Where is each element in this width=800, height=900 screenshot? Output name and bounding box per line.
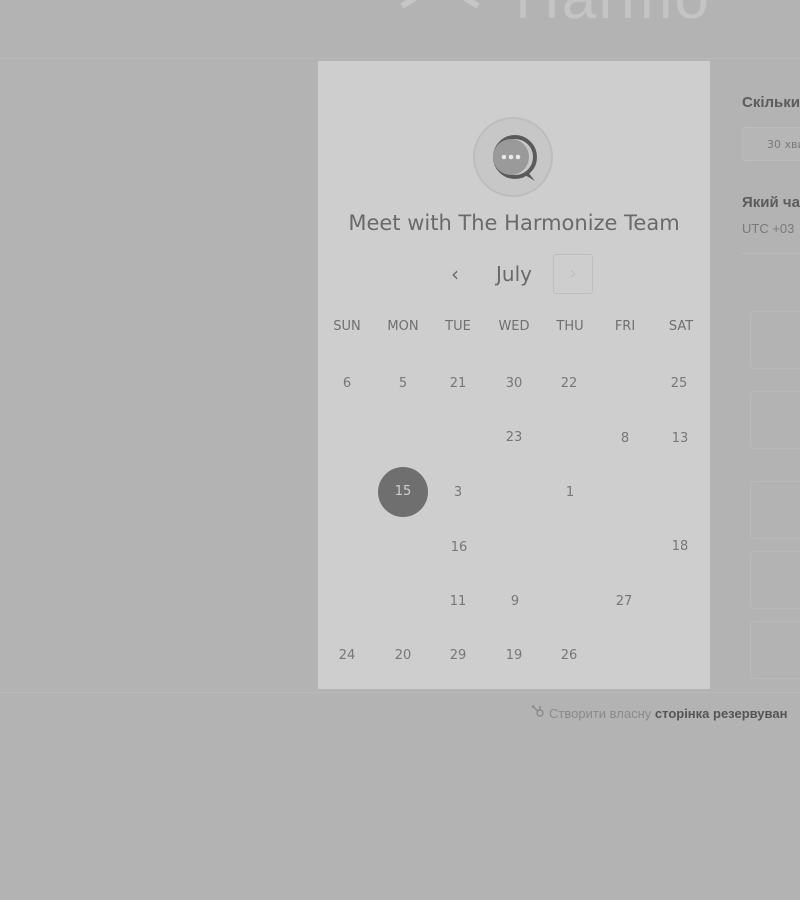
time-slot-button[interactable] bbox=[750, 621, 800, 679]
time-slot-button[interactable] bbox=[750, 311, 800, 369]
weekday-mon: MON bbox=[387, 319, 419, 334]
booking-page: Harmo Meet with The Harmonize Team ‹ Jul… bbox=[0, 0, 800, 900]
brand-name: Harmo bbox=[515, 0, 711, 33]
calendar-day[interactable]: 24 bbox=[322, 631, 372, 681]
month-navigation: ‹ July › bbox=[318, 254, 710, 296]
calendar-day[interactable]: 25 bbox=[654, 359, 704, 409]
divider bbox=[742, 253, 800, 254]
weekday-header: SUN MON TUE WED THU FRI SAT bbox=[318, 319, 710, 339]
calendar-day[interactable]: 22 bbox=[544, 359, 594, 409]
chat-bubble-icon bbox=[493, 135, 537, 181]
calendar-day[interactable]: 3 bbox=[433, 468, 483, 518]
calendar-day[interactable]: 1 bbox=[545, 468, 595, 518]
calendar-day-grid: 6 5 21 30 22 25 23 8 13 15 3 1 16 18 11 … bbox=[318, 356, 710, 686]
calendar-day[interactable]: 5 bbox=[378, 359, 428, 409]
footer-promo: Створити власну сторінка резервуван bbox=[531, 704, 787, 721]
host-title: Meet with The Harmonize Team bbox=[348, 211, 680, 235]
weekday-tue: TUE bbox=[445, 319, 471, 334]
next-month-button[interactable]: › bbox=[553, 254, 593, 294]
calendar-day[interactable]: 19 bbox=[489, 631, 539, 681]
calendar-day[interactable]: 26 bbox=[544, 631, 594, 681]
calendar-day[interactable]: 18 bbox=[655, 522, 705, 572]
calendar-day-selected[interactable]: 15 bbox=[378, 467, 428, 517]
calendar-card: Meet with The Harmonize Team ‹ July › SU… bbox=[318, 61, 710, 689]
booking-options-panel: Скільки 30 хви Який ча UTC +03 bbox=[742, 61, 800, 691]
calendar-day[interactable]: 13 bbox=[655, 414, 705, 464]
calendar-day[interactable]: 9 bbox=[490, 577, 540, 627]
weekday-sun: SUN bbox=[333, 319, 361, 334]
weekday-fri: FRI bbox=[614, 319, 636, 334]
calendar-day[interactable]: 8 bbox=[600, 414, 650, 464]
calendar-day[interactable]: 23 bbox=[489, 413, 539, 463]
calendar-day[interactable]: 16 bbox=[434, 523, 484, 573]
time-slot-button[interactable] bbox=[750, 391, 800, 449]
calendar-day[interactable]: 30 bbox=[489, 359, 539, 409]
brand-logo-icon bbox=[400, 0, 480, 9]
brand-header: Harmo bbox=[0, 0, 800, 59]
weekday-sat: SAT bbox=[668, 319, 694, 334]
month-label: July bbox=[496, 262, 532, 286]
calendar-day[interactable]: 21 bbox=[433, 359, 483, 409]
calendar-day[interactable]: 11 bbox=[433, 577, 483, 627]
duration-select[interactable]: 30 хви bbox=[742, 127, 800, 161]
time-slot-button[interactable] bbox=[750, 551, 800, 609]
create-booking-page-link[interactable]: сторінка резервуван bbox=[655, 706, 788, 721]
timezone-heading: Який ча bbox=[742, 194, 800, 211]
host-avatar bbox=[475, 119, 551, 195]
weekday-wed: WED bbox=[498, 319, 530, 334]
calendar-day[interactable]: 27 bbox=[599, 577, 649, 627]
weekday-thu: THU bbox=[556, 319, 584, 334]
calendar-day[interactable]: 6 bbox=[322, 359, 372, 409]
calendar-day[interactable]: 29 bbox=[433, 631, 483, 681]
footer-prefix: Створити власну bbox=[549, 706, 652, 721]
calendar-day[interactable]: 20 bbox=[378, 631, 428, 681]
previous-month-button[interactable]: ‹ bbox=[440, 254, 470, 294]
timezone-value[interactable]: UTC +03 bbox=[742, 221, 794, 236]
hubspot-sprocket-icon bbox=[531, 704, 547, 721]
divider bbox=[0, 692, 800, 693]
time-slot-button[interactable] bbox=[750, 481, 800, 539]
duration-heading: Скільки bbox=[742, 94, 800, 111]
